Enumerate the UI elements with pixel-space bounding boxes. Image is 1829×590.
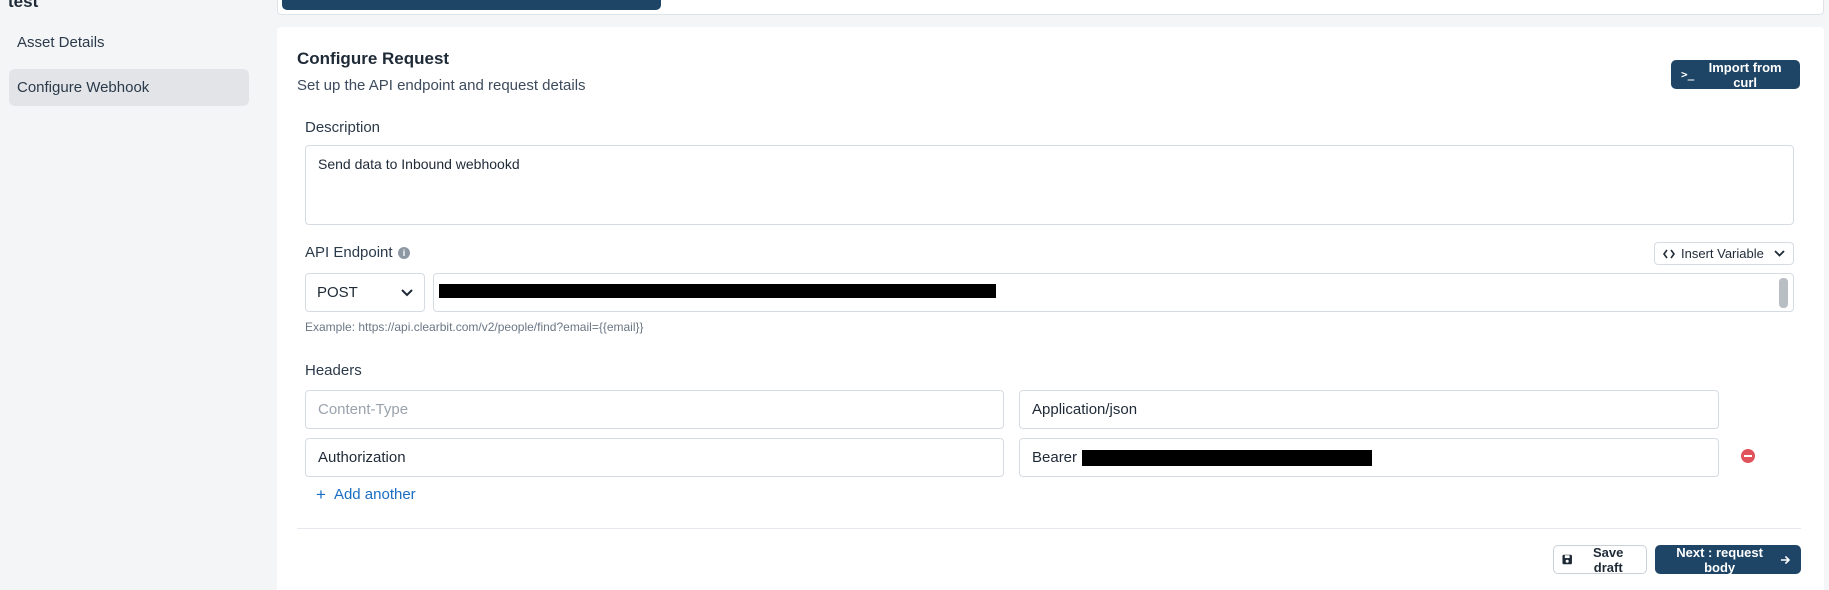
endpoint-example: Example: https://api.clearbit.com/v2/peo…	[305, 320, 644, 334]
chevron-down-icon	[1774, 250, 1785, 257]
plus-icon: +	[316, 485, 326, 504]
api-endpoint-label: API Endpoint	[305, 244, 393, 261]
http-method-value: POST	[317, 284, 358, 301]
sidebar: test Asset Details Configure Webhook	[0, 0, 258, 590]
http-method-select[interactable]: POST	[305, 273, 425, 312]
chevron-down-icon	[401, 288, 413, 296]
redacted-url	[439, 284, 996, 298]
redacted-token	[1082, 449, 1373, 466]
divider	[297, 528, 1801, 529]
save-icon	[1562, 554, 1572, 565]
info-icon[interactable]: i	[398, 247, 410, 259]
sidebar-title: test	[8, 0, 39, 11]
next-request-body-button[interactable]: Next : request body	[1655, 544, 1801, 575]
top-card	[277, 0, 1824, 15]
api-endpoint-input[interactable]	[433, 273, 1794, 312]
header-value-text: Bearer	[1032, 449, 1078, 466]
terminal-icon: >_	[1681, 68, 1695, 81]
card-title: Configure Request	[297, 49, 450, 68]
next-label: Next : request body	[1676, 544, 1763, 575]
add-another-label: Add another	[333, 486, 416, 503]
description-label: Description	[305, 119, 381, 136]
save-draft-button[interactable]: Save draft	[1553, 544, 1647, 575]
code-icon	[1663, 249, 1675, 258]
import-from-curl-button[interactable]: >_ Import from curl	[1671, 59, 1800, 90]
header-key-input[interactable]: Content-Type	[305, 390, 1004, 429]
description-textarea[interactable]: Send data to Inbound webhookd	[305, 145, 1794, 225]
configure-request-card: Configure Request Set up the API endpoin…	[277, 27, 1824, 590]
header-value-input[interactable]: Application/json	[1019, 390, 1719, 429]
remove-header-icon[interactable]	[1741, 449, 1755, 463]
arrow-right-icon	[1781, 555, 1791, 564]
import-from-curl-label: Import from curl	[1708, 59, 1782, 90]
insert-variable-button[interactable]: Insert Variable	[1654, 242, 1794, 265]
add-another-link[interactable]: + Add another	[316, 486, 416, 503]
header-value-input[interactable]: Bearer	[1019, 438, 1719, 477]
headers-label: Headers	[305, 362, 362, 379]
sidebar-item-asset-details[interactable]: Asset Details	[9, 24, 249, 61]
top-progress-bar	[282, 0, 661, 10]
save-draft-label: Save draft	[1593, 544, 1624, 575]
insert-variable-label: Insert Variable	[1681, 246, 1764, 261]
sidebar-item-configure-webhook[interactable]: Configure Webhook	[9, 69, 249, 106]
scrollbar[interactable]	[1779, 278, 1788, 308]
header-key-input[interactable]: Authorization	[305, 438, 1004, 477]
card-subtitle: Set up the API endpoint and request deta…	[297, 77, 586, 94]
